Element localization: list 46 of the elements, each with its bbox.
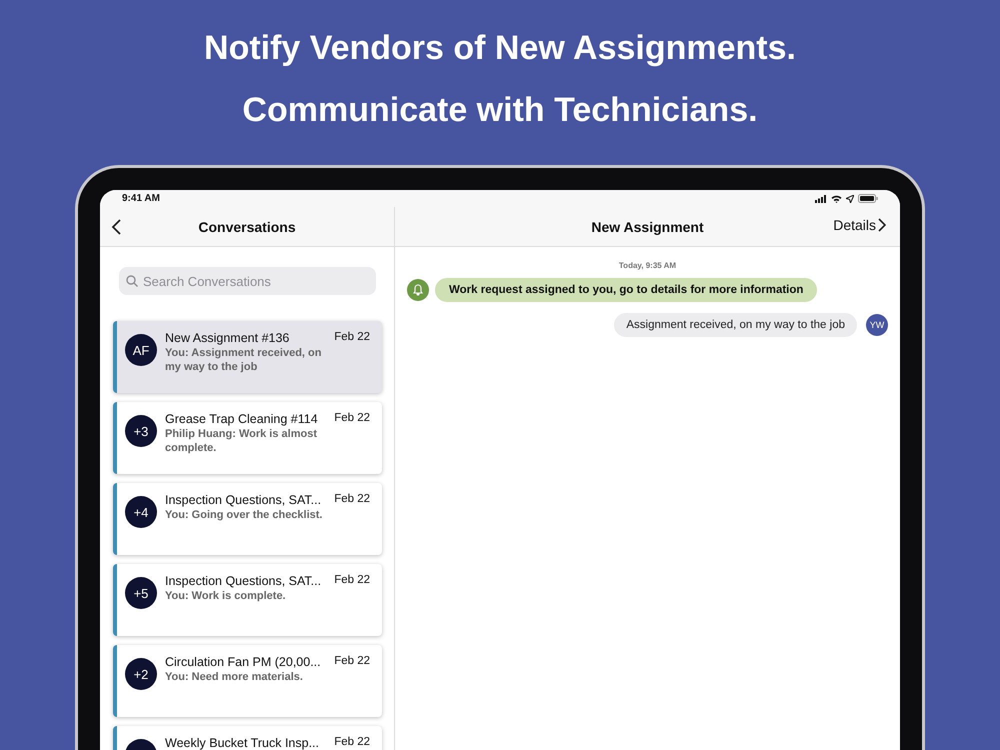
conversation-title: Circulation Fan PM (20,00... bbox=[165, 655, 321, 669]
location-icon bbox=[846, 194, 854, 202]
battery-icon bbox=[858, 194, 878, 203]
conversation-date: Feb 22 bbox=[334, 493, 370, 507]
user-avatar: YW bbox=[866, 314, 888, 336]
message-preview: Philip Huang: Work is almost complete. bbox=[165, 427, 318, 455]
message-preview: You: Need more materials. bbox=[165, 670, 304, 684]
conversation-date: Feb 22 bbox=[334, 655, 370, 669]
avatar: +4 bbox=[125, 496, 157, 528]
avatar: AF bbox=[125, 334, 157, 366]
avatar: +5 bbox=[125, 577, 157, 609]
conversation-title: Weekly Bucket Truck Insp... bbox=[165, 736, 319, 750]
chevron-right-icon bbox=[878, 218, 886, 232]
message-preview: You: Work is complete. bbox=[165, 589, 287, 603]
signal-icon bbox=[815, 194, 827, 202]
status-time: 9:41 AM bbox=[122, 193, 160, 204]
message-timestamp: Today, 9:35 AM bbox=[618, 261, 676, 270]
message-preview: You: Going over the checklist. bbox=[165, 508, 324, 522]
sidebar-title: Conversations bbox=[198, 218, 296, 234]
system-message: Work request assigned to you, go to details for more information bbox=[435, 278, 818, 302]
conversation-date: Feb 22 bbox=[334, 331, 370, 345]
headline: Communicate with Technicians. bbox=[242, 90, 758, 131]
avatar: +2 bbox=[125, 658, 157, 690]
conversation-title: Inspection Questions, SAT... bbox=[165, 493, 322, 507]
conversation-title: New Assignment #136 bbox=[165, 331, 290, 345]
avatar: +3 bbox=[125, 415, 157, 447]
conversation-title: Grease Trap Cleaning #114 bbox=[165, 412, 318, 426]
chat-title: New Assignment bbox=[591, 218, 704, 234]
message-preview: You: Assignment received, on my way to the job bbox=[165, 346, 322, 374]
conversation-card[interactable]: Weekly Bucket Truck Insp... Feb 22 bbox=[113, 726, 382, 750]
conversation-card[interactable]: AF New Assignment #136 Feb 22 You: Assignment received, on my way to the job bbox=[113, 321, 382, 393]
search-field[interactable]: Search Conversations bbox=[119, 267, 376, 295]
wifi-icon bbox=[831, 194, 842, 202]
conversation-date: Feb 22 bbox=[334, 412, 370, 426]
conversation-card[interactable]: +5 Inspection Questions, SAT... Feb 22 You: Work is complete. bbox=[113, 564, 382, 636]
details-link[interactable]: Details bbox=[833, 217, 886, 233]
headline: Notify Vendors of New Assignments. bbox=[204, 28, 796, 69]
conversation-title: Inspection Questions, SAT... bbox=[165, 574, 322, 588]
conversation-card[interactable]: +2 Circulation Fan PM (20,00... Feb 22 You: Need more materials. bbox=[113, 645, 382, 717]
search-icon bbox=[126, 275, 138, 287]
bell-icon bbox=[407, 279, 429, 301]
sent-message: Assignment received, on my way to the job bbox=[614, 313, 857, 337]
conversation-card[interactable]: +3 Grease Trap Cleaning #114 Feb 22 Philip Huang: Work is almost complete. bbox=[113, 402, 382, 474]
conversation-card[interactable]: +4 Inspection Questions, SAT... Feb 22 You: Going over the checklist. bbox=[113, 483, 382, 555]
conversation-date: Feb 22 bbox=[334, 574, 370, 588]
conversation-date: Feb 22 bbox=[334, 736, 370, 750]
